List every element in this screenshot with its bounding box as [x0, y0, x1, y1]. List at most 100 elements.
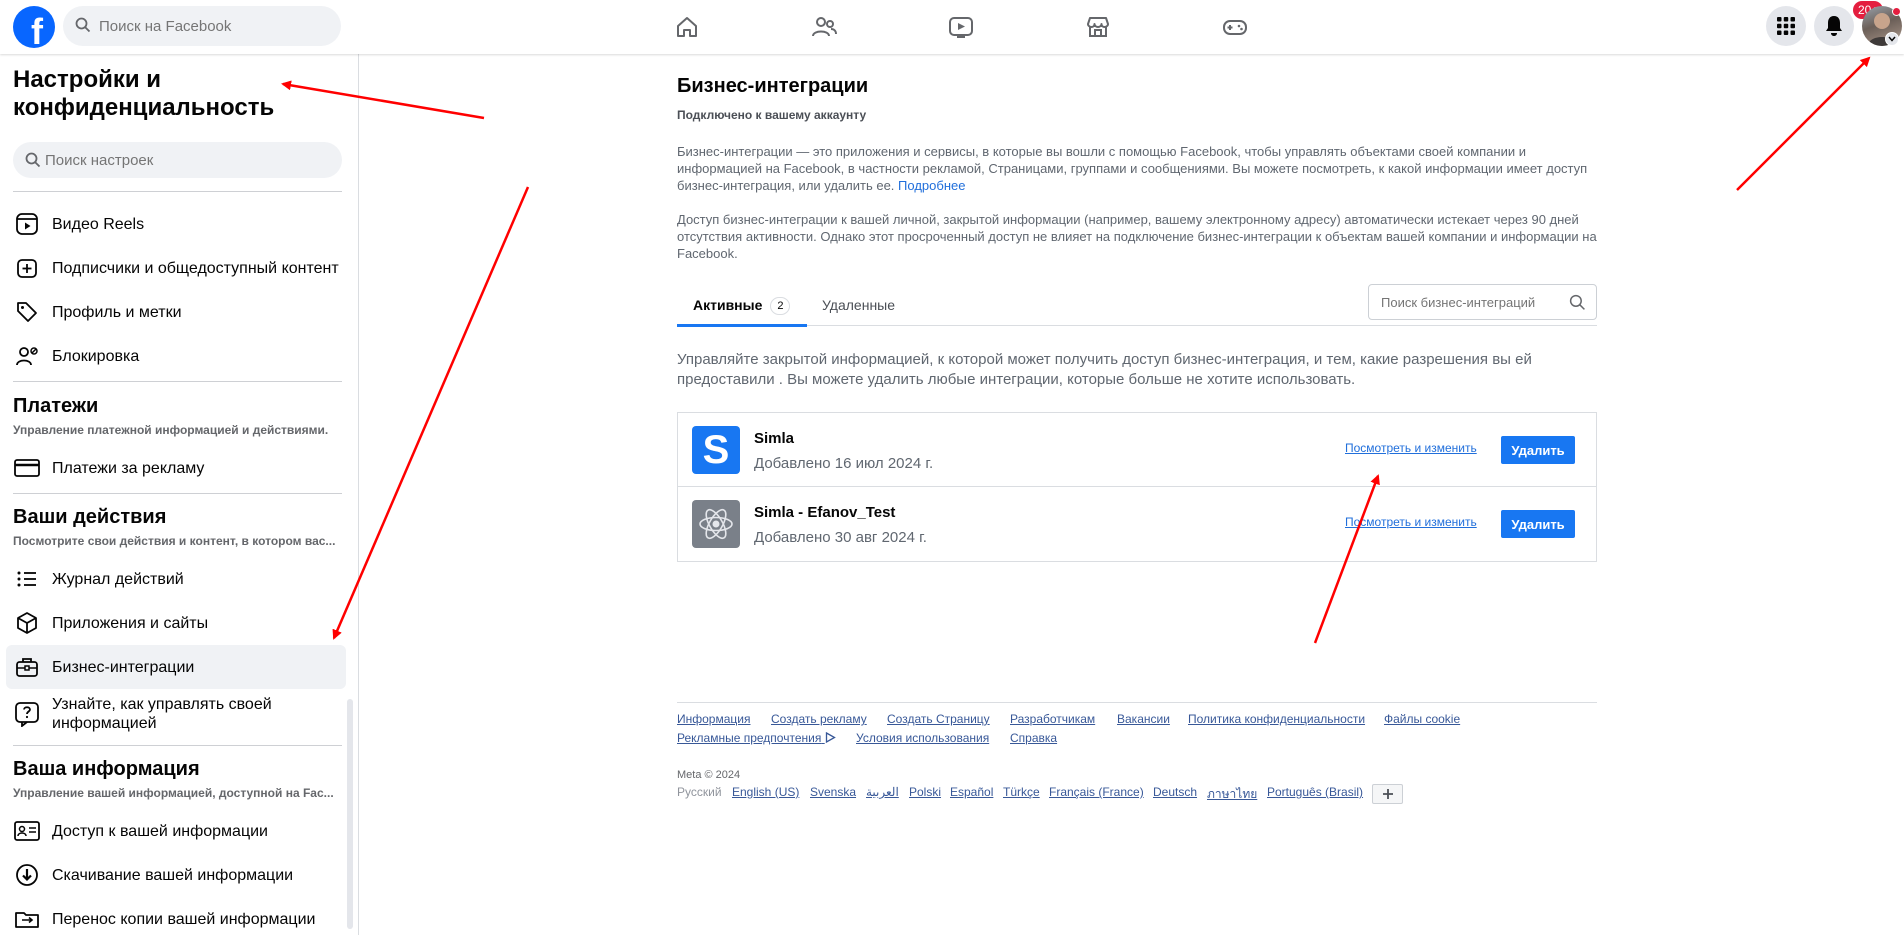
more-languages-button[interactable] [1372, 784, 1403, 804]
grid-icon [1777, 17, 1795, 35]
tab-count-badge: 2 [770, 297, 791, 315]
description-text: Бизнес-интеграции — это приложения и сер… [677, 144, 1588, 193]
bell-icon [1826, 16, 1842, 36]
account-menu-chevron[interactable] [1885, 32, 1899, 46]
sidebar-item-label: Профиль и метки [52, 303, 182, 321]
settings-search[interactable] [13, 142, 342, 178]
sidebar-title: Настройки и конфиденциальность [13, 66, 275, 121]
sidebar-scrollbar[interactable] [347, 699, 353, 929]
sidebar-item-label: Блокировка [52, 347, 140, 365]
payments-subtitle: Управление платежной информацией и дейст… [13, 423, 329, 437]
expiry-paragraph: Доступ бизнес-интеграции к вашей личной,… [677, 212, 1597, 261]
footer-link-info[interactable]: Информация [677, 712, 750, 726]
integration-name: Simla - Efanov_Test [754, 504, 896, 521]
transfer-icon [12, 904, 42, 934]
settings-sidebar: Настройки и конфиденциальность Видео Ree… [0, 54, 359, 935]
language-link-arabic[interactable]: العربية [866, 785, 899, 799]
list-icon [12, 564, 42, 594]
sidebar-item-activity-log[interactable]: Журнал действий [6, 557, 346, 601]
integration-row: Simla - Efanov_Test Добавлено 30 авг 202… [678, 487, 1596, 561]
atom-icon [692, 500, 740, 548]
remove-button[interactable]: Удалить [1501, 436, 1575, 464]
ad-choices-label: Рекламные предпочтения [677, 731, 822, 745]
manage-description: Управляйте закрытой информацией, к котор… [677, 351, 1532, 388]
view-edit-link[interactable]: Посмотреть и изменить [1345, 441, 1477, 455]
footer-divider [677, 702, 1597, 703]
sidebar-item-label: Журнал действий [52, 570, 184, 588]
facebook-search[interactable] [63, 6, 341, 46]
footer-link-developers[interactable]: Разработчикам [1010, 712, 1095, 726]
annotation-arrow [332, 186, 530, 640]
page-title: Бизнес-интеграции [677, 75, 869, 97]
sidebar-item-label: Узнайте, как управлять своей информацией [52, 696, 272, 732]
learn-more-link[interactable]: Подробнее [898, 178, 965, 193]
integration-search-input[interactable] [1381, 285, 1561, 319]
search-icon [1569, 294, 1585, 310]
facebook-logo[interactable]: f [13, 6, 55, 48]
language-link-swedish[interactable]: Svenska [810, 785, 856, 799]
sidebar-item-download-info[interactable]: Скачивание вашей информации [6, 853, 346, 897]
language-link-polish[interactable]: Polski [909, 785, 941, 799]
cube-icon [12, 608, 42, 638]
sidebar-item-manage-info[interactable]: Узнайте, как управлять своей информацией [6, 689, 346, 739]
your-info-subtitle: Управление вашей информацией, доступной … [13, 786, 334, 800]
description-paragraph: Бизнес-интеграции — это приложения и сер… [677, 143, 1597, 194]
language-link-english[interactable]: English (US) [732, 785, 799, 799]
view-edit-link[interactable]: Посмотреть и изменить [1345, 515, 1477, 529]
tab-active[interactable]: Активные 2 [677, 290, 807, 327]
sidebar-item-reels[interactable]: Видео Reels [6, 202, 346, 246]
home-icon[interactable] [659, 10, 715, 44]
reels-icon [12, 209, 42, 239]
footer-link-privacy[interactable]: Политика конфиденциальности [1188, 712, 1365, 726]
sidebar-item-ad-payments[interactable]: Платежи за рекламу [6, 446, 346, 490]
ad-choices-icon [825, 731, 836, 744]
sidebar-item-access-info[interactable]: Доступ к вашей информации [6, 809, 346, 853]
marketplace-icon[interactable] [1070, 10, 1126, 44]
remove-button[interactable]: Удалить [1501, 510, 1575, 538]
gaming-icon[interactable] [1207, 10, 1263, 44]
footer-link-cookies[interactable]: Файлы cookie [1384, 712, 1460, 726]
download-icon [12, 860, 42, 890]
sidebar-item-transfer-info[interactable]: Перенос копии вашей информации [6, 897, 346, 941]
footer-link-create-page[interactable]: Создать Страницу [887, 712, 990, 726]
help-icon [12, 699, 42, 729]
language-link-spanish[interactable]: Español [950, 785, 993, 799]
footer-link-ad-choices[interactable]: Рекламные предпочтения [677, 731, 836, 745]
tab-deleted[interactable]: Удаленные [822, 297, 895, 313]
simla-logo: S [692, 426, 740, 474]
sidebar-item-label: Видео Reels [52, 215, 145, 233]
language-link-german[interactable]: Deutsch [1153, 785, 1197, 799]
copyright: Meta © 2024 [677, 769, 741, 781]
footer-link-create-ad[interactable]: Создать рекламу [771, 712, 867, 726]
payments-heading: Платежи [13, 395, 99, 417]
video-icon[interactable] [933, 10, 989, 44]
language-link-turkish[interactable]: Türkçe [1003, 785, 1040, 799]
language-current: Русский [677, 785, 722, 799]
language-link-thai[interactable]: ภาษาไทย [1207, 785, 1257, 804]
language-link-french[interactable]: Français (France) [1049, 785, 1144, 799]
settings-search-input[interactable] [45, 142, 325, 178]
integration-date: Добавлено 16 июл 2024 г. [754, 455, 934, 472]
card-icon [12, 453, 42, 483]
sidebar-item-apps-websites[interactable]: Приложения и сайты [6, 601, 346, 645]
sidebar-item-label: Бизнес-интеграции [52, 658, 195, 676]
footer-link-careers[interactable]: Вакансии [1117, 712, 1170, 726]
page-subtitle: Подключено к вашему аккаунту [677, 108, 867, 122]
footer-link-terms[interactable]: Условия использования [856, 731, 989, 745]
sidebar-item-label: Подписчики и общедоступный контент [52, 259, 339, 277]
search-icon [25, 152, 41, 168]
sidebar-item-profile-tags[interactable]: Профиль и метки [6, 290, 346, 334]
integrations-list: S Simla Добавлено 16 июл 2024 г. Посмотр… [677, 412, 1597, 562]
menu-grid-button[interactable] [1766, 6, 1806, 46]
activity-subtitle: Посмотрите свои действия и контент, в ко… [13, 534, 336, 548]
integration-search[interactable] [1368, 284, 1597, 320]
facebook-search-input[interactable] [99, 6, 329, 46]
footer-link-help[interactable]: Справка [1010, 731, 1057, 745]
sidebar-item-label: Доступ к вашей информации [52, 822, 268, 840]
notifications-button[interactable] [1814, 6, 1854, 46]
language-link-portuguese[interactable]: Português (Brasil) [1267, 785, 1363, 799]
sidebar-item-business-integrations[interactable]: Бизнес-интеграции [6, 645, 346, 689]
sidebar-item-followers[interactable]: Подписчики и общедоступный контент [6, 246, 346, 290]
friends-icon[interactable] [796, 10, 852, 44]
sidebar-item-blocking[interactable]: Блокировка [6, 334, 346, 378]
